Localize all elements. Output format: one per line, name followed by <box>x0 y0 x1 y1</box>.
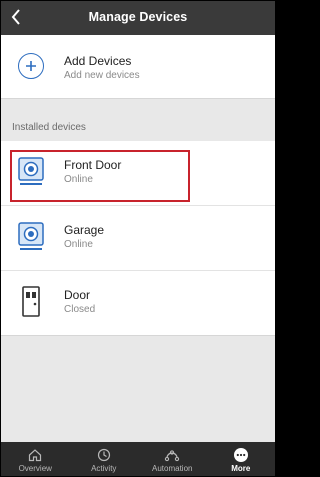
tab-label: Activity <box>91 464 117 473</box>
tab-overview[interactable]: Overview <box>1 442 70 476</box>
activity-icon <box>96 447 112 463</box>
device-name: Garage <box>64 223 105 237</box>
device-status: Online <box>64 239 93 250</box>
more-icon <box>233 447 249 463</box>
add-devices-title: Add Devices <box>64 54 132 68</box>
door-sensor-icon <box>22 286 40 317</box>
device-row-garage[interactable]: Garage Online <box>1 206 275 271</box>
add-devices-subtitle: Add new devices <box>64 70 140 81</box>
device-name: Front Door <box>64 158 122 172</box>
add-devices-row[interactable]: Add Devices Add new devices <box>1 35 275 99</box>
automation-icon <box>164 447 180 463</box>
tab-automation[interactable]: Automation <box>138 442 207 476</box>
tab-more[interactable]: More <box>207 442 276 476</box>
device-row-door[interactable]: Door Closed <box>1 271 275 336</box>
device-status: Online <box>64 174 93 185</box>
tab-label: Automation <box>152 464 193 473</box>
page-title: Manage Devices <box>88 10 188 24</box>
add-circle-icon <box>18 53 44 79</box>
bottom-tab-bar: Overview Activity Automation More <box>1 442 275 476</box>
tab-activity[interactable]: Activity <box>70 442 139 476</box>
home-icon <box>27 447 43 463</box>
camera-icon <box>18 222 44 250</box>
tab-label: More <box>231 464 251 473</box>
app-screen: Manage Devices Add Devices Add new devic… <box>0 0 276 477</box>
tab-label: Overview <box>18 464 52 473</box>
header-bar: Manage Devices <box>1 1 275 35</box>
device-name: Door <box>64 288 91 302</box>
device-list: Front Door Online Garage Online Door Clo… <box>1 141 275 336</box>
section-label-installed: Installed devices <box>12 122 86 133</box>
device-status: Closed <box>64 304 96 315</box>
device-row-front-door[interactable]: Front Door Online <box>1 141 275 206</box>
camera-icon <box>18 157 44 185</box>
